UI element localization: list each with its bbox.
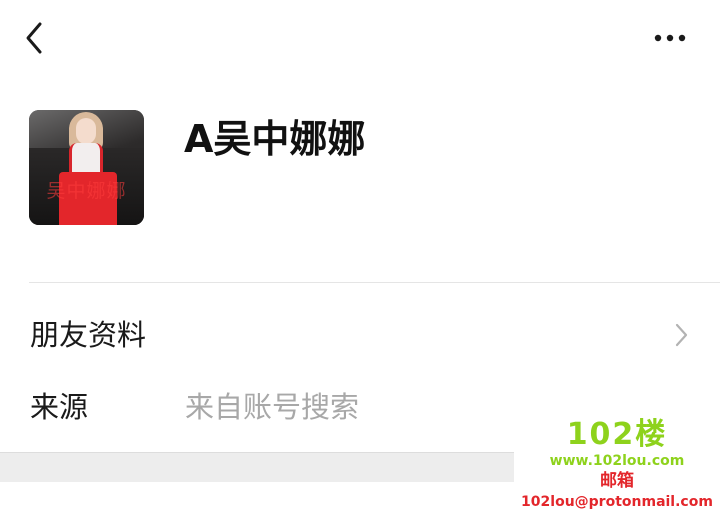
watermark-title: 102楼 [566,417,668,452]
watermark-mail: 102lou@protonmail.com [521,494,713,510]
top-bar [0,0,720,80]
avatar[interactable]: 吴中娜娜 [29,110,144,225]
friend-info-label: 朋友资料 [30,318,147,352]
friend-info-row[interactable]: 朋友资料 [0,300,720,370]
chevron-left-icon [26,22,42,54]
site-watermark: 102楼 www.102lou.com 邮箱 102lou@protonmail… [514,418,720,517]
more-options-button[interactable] [646,24,694,52]
contact-name: A吴中娜娜 [184,117,366,161]
profile-header: 吴中娜娜 A吴中娜娜 [0,90,720,250]
avatar-watermark-text: 吴中娜娜 [46,180,127,202]
back-button[interactable] [18,18,54,58]
watermark-mail-label: 邮箱 [600,471,634,491]
avatar-face [76,118,96,144]
source-label: 来源 [30,390,89,424]
section-divider [29,282,720,283]
avatar-top [69,143,103,175]
watermark-site: www.102lou.com [549,453,685,469]
chevron-right-icon [675,323,688,347]
more-horizontal-icon [654,34,686,42]
source-value: 来自账号搜索 [185,390,360,424]
